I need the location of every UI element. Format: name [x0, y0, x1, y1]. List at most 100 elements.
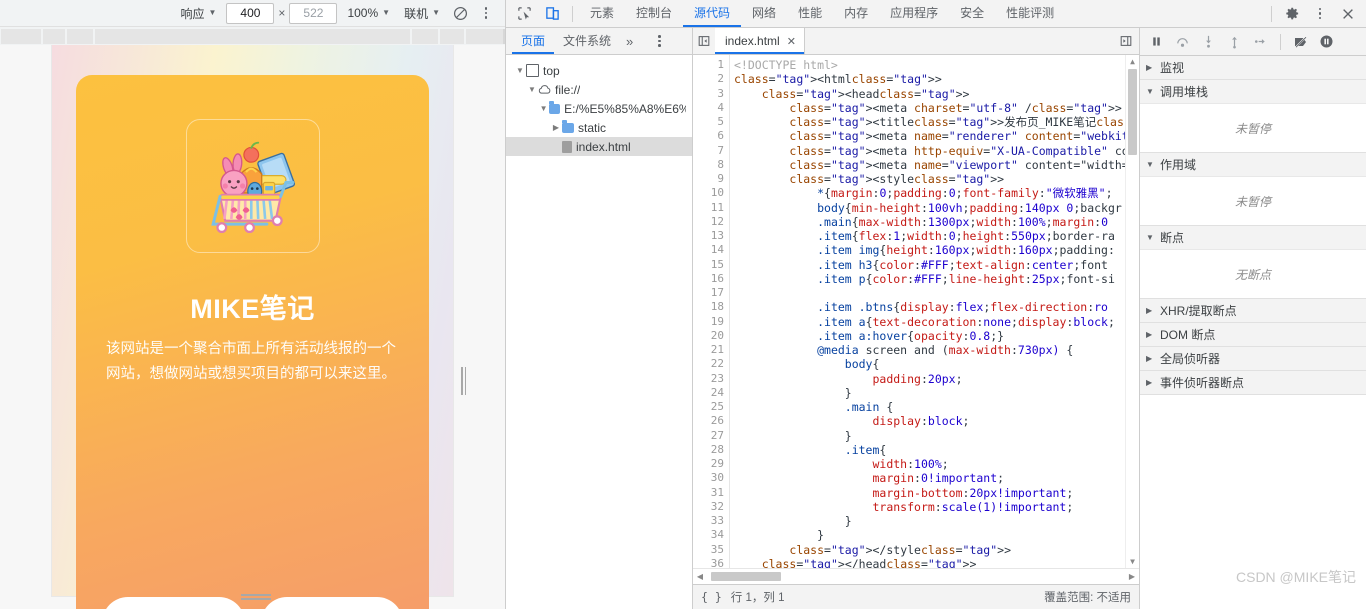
emulated-page: MIKE笔记 该网站是一个聚合市面上所有活动线报的一个网站，想做网站或想买项目的… — [52, 45, 453, 609]
tab-security[interactable]: 安全 — [949, 0, 995, 27]
scrollbar-thumb[interactable] — [1128, 69, 1137, 155]
no-throttling-icon[interactable] — [447, 2, 473, 24]
chevron-down-icon[interactable]: ▼ — [514, 66, 526, 75]
section-header[interactable]: ▶ DOM 断点 — [1140, 323, 1366, 346]
editor-tab-index-html[interactable]: index.html ✕ — [715, 28, 805, 54]
devtools-main-toolbar: 元素 控制台 源代码 网络 性能 内存 应用程序 安全 性能评测 — [506, 0, 1366, 28]
dimension-separator: × — [278, 6, 286, 20]
navigator-tab-filesystem[interactable]: 文件系统 — [554, 28, 620, 54]
device-emulation-pane: 响应 ▼ 400 × 522 100% ▼ 联机 ▼ MIKE笔记 该网站是一个… — [0, 0, 506, 609]
chevron-right-icon: ▶ — [1146, 63, 1153, 72]
section-label: 全局侦听器 — [1160, 352, 1221, 366]
chevron-down-icon: ▼ — [208, 8, 217, 17]
tab-application[interactable]: 应用程序 — [879, 0, 949, 27]
scroll-down-icon[interactable]: ▼ — [1126, 555, 1139, 568]
chevron-right-icon[interactable]: ▶ — [550, 123, 562, 132]
navigator-more-options-icon[interactable] — [645, 29, 673, 53]
section-header[interactable]: ▼ 作用域 — [1140, 153, 1366, 176]
tree-node-static[interactable]: ▶ static — [506, 118, 692, 137]
pause-on-exceptions-icon[interactable] — [1314, 31, 1339, 53]
navigator-tab-page[interactable]: 页面 — [512, 28, 554, 54]
next-tab-icon[interactable] — [1115, 28, 1137, 54]
code-editor[interactable]: 1 2 3 4 5 6 7 8 9 10 11 12 13 14 15 16 17 18 19 20 21 22 23 24 2… — [693, 55, 1139, 568]
scrollbar-thumb[interactable] — [711, 572, 781, 581]
tab-elements[interactable]: 元素 — [579, 0, 625, 27]
source-editor-pane: index.html ✕ 1 2 3 4 5 6 7 8 9 10 11 12 13 14 15 16 17 18… — [693, 28, 1140, 609]
viewport-width-input[interactable]: 400 — [226, 2, 275, 24]
enter-button[interactable]: 立即进入 — [102, 597, 245, 609]
close-icon[interactable]: ✕ — [787, 35, 796, 48]
tree-label: index.html — [576, 139, 631, 154]
section-header[interactable]: ▼ 调用堆栈 — [1140, 80, 1366, 103]
devtools-more-options-icon[interactable] — [1306, 2, 1334, 26]
tab-memory[interactable]: 内存 — [833, 0, 879, 27]
tree-node-file-scheme[interactable]: ▼ file:// — [506, 80, 692, 99]
device-more-options-icon[interactable] — [473, 2, 499, 24]
step-into-icon[interactable] — [1196, 31, 1221, 53]
chevron-right-icon: ▶ — [1146, 378, 1153, 387]
navigator-more-tabs-icon[interactable]: » — [620, 34, 639, 49]
section-label: XHR/提取断点 — [1160, 304, 1237, 318]
section-label: 作用域 — [1160, 158, 1197, 172]
tree-node-folder-root[interactable]: ▼ E:/%E5%85%A8%E6%9 — [506, 99, 692, 118]
page-description: 该网站是一个聚合市面上所有活动线报的一个网站，想做网站或想买项目的都可以来这里。 — [106, 341, 396, 382]
tab-lighthouse[interactable]: 性能评测 — [995, 0, 1065, 27]
tab-sources[interactable]: 源代码 — [683, 0, 741, 27]
zoom-label: 100% — [347, 6, 379, 20]
tree-node-top[interactable]: ▼ top — [506, 61, 692, 80]
debugger-section-scope: ▼ 作用域 未暂停 — [1140, 153, 1366, 226]
chevron-right-icon: ▶ — [1146, 330, 1153, 339]
device-mode-select[interactable]: 响应 ▼ — [173, 2, 223, 24]
gear-icon[interactable] — [1278, 2, 1306, 26]
scroll-right-icon[interactable]: ▶ — [1125, 572, 1139, 581]
sources-navigator: 页面 文件系统 » ▼ top ▼ file:// ▼ E:/%E5%85%A8… — [506, 28, 693, 609]
file-tree: ▼ top ▼ file:// ▼ E:/%E5%85%A8%E6%9 ▶ st… — [506, 55, 692, 609]
viewport-height-handle[interactable] — [241, 594, 271, 600]
chevron-down-icon: ▼ — [382, 8, 391, 17]
scroll-up-icon[interactable]: ▲ — [1126, 55, 1139, 68]
section-header[interactable]: ▶ 全局侦听器 — [1140, 347, 1366, 370]
editor-vertical-scrollbar[interactable]: ▲ ▼ — [1125, 55, 1139, 568]
section-label: 事件侦听器断点 — [1160, 376, 1245, 390]
step-out-icon[interactable] — [1222, 31, 1247, 53]
section-header[interactable]: ▼ 断点 — [1140, 226, 1366, 249]
watermark: CSDN @MIKE笔记 — [1236, 569, 1356, 585]
throttling-select[interactable]: 联机 ▼ — [397, 2, 447, 24]
tree-label: top — [543, 63, 560, 78]
tab-performance[interactable]: 性能 — [787, 0, 833, 27]
pause-icon[interactable] — [1144, 31, 1169, 53]
source-code-text[interactable]: <!DOCTYPE html> class="tag"><htmlclass="t… — [730, 58, 1139, 568]
section-header[interactable]: ▶ XHR/提取断点 — [1140, 299, 1366, 322]
viewport-height-input[interactable]: 522 — [289, 2, 338, 24]
section-label: 调用堆栈 — [1160, 85, 1209, 99]
scroll-left-icon[interactable]: ◀ — [693, 572, 707, 581]
inspect-element-icon[interactable] — [510, 2, 538, 26]
section-empty-message: 未暂停 — [1140, 176, 1366, 225]
step-over-icon[interactable] — [1170, 31, 1195, 53]
tab-network[interactable]: 网络 — [741, 0, 787, 27]
device-mode-label: 响应 — [180, 6, 205, 21]
deactivate-breakpoints-icon[interactable] — [1288, 31, 1313, 53]
section-header[interactable]: ▶ 监视 — [1140, 56, 1366, 79]
close-icon[interactable] — [1334, 2, 1362, 26]
tree-node-index-html[interactable]: index.html — [506, 137, 692, 156]
chevron-right-icon: ▶ — [1146, 354, 1153, 363]
device-toolbar-icon[interactable] — [538, 2, 566, 26]
file-icon — [562, 140, 572, 153]
business-cooperation-button[interactable]: 商务合作 — [260, 597, 403, 609]
chevron-down-icon[interactable]: ▼ — [538, 104, 549, 113]
folder-icon — [549, 100, 561, 114]
viewport-width-handle[interactable] — [461, 367, 466, 395]
chevron-down-icon[interactable]: ▼ — [526, 85, 538, 94]
step-icon[interactable] — [1248, 31, 1273, 53]
editor-horizontal-scrollbar[interactable]: ◀ ▶ — [693, 568, 1139, 584]
previous-tab-icon[interactable] — [693, 28, 715, 54]
section-header[interactable]: ▶ 事件侦听器断点 — [1140, 371, 1366, 394]
cloud-icon — [538, 85, 551, 94]
chevron-down-icon: ▼ — [1146, 160, 1154, 169]
devtools-window: 响应 ▼ 400 × 522 100% ▼ 联机 ▼ MIKE笔记 该网站是一个… — [0, 0, 1366, 609]
window-icon — [526, 64, 539, 77]
tab-console[interactable]: 控制台 — [625, 0, 683, 27]
pretty-print-icon[interactable]: { } — [701, 590, 722, 604]
zoom-select[interactable]: 100% ▼ — [340, 2, 397, 24]
